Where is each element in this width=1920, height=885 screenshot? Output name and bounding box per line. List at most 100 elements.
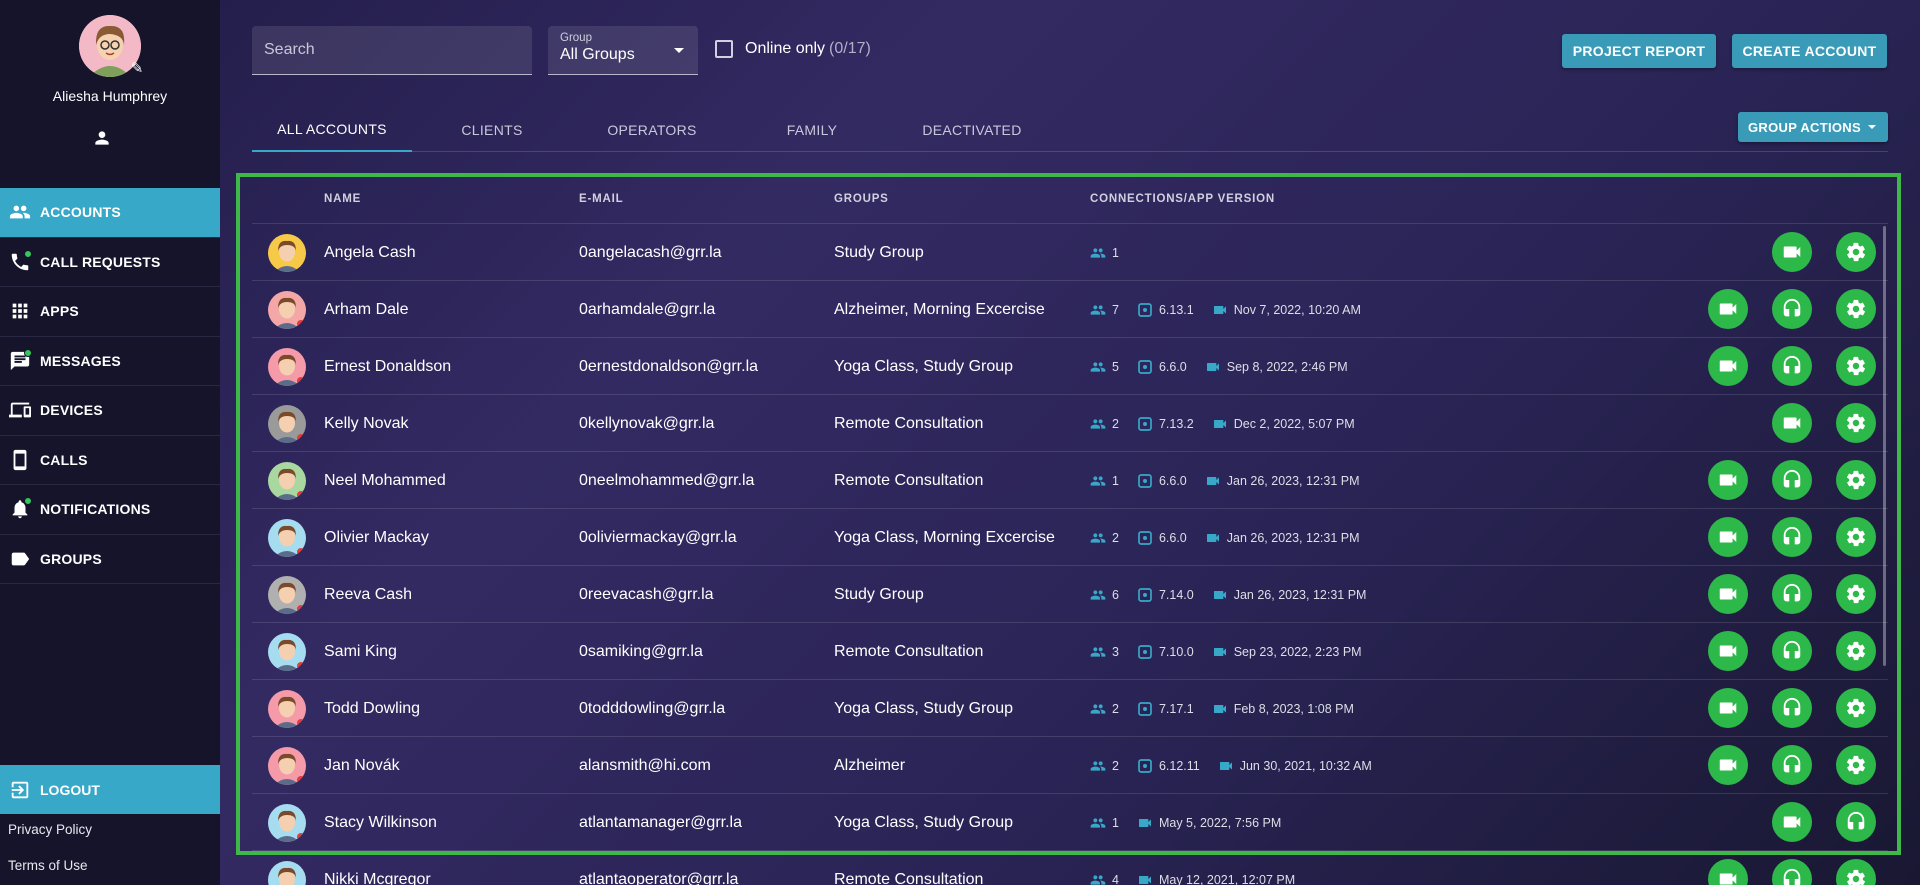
- settings-button[interactable]: [1836, 745, 1876, 785]
- tab-clients[interactable]: CLIENTS: [412, 108, 572, 152]
- sidebar-item-accounts[interactable]: ACCOUNTS: [0, 188, 220, 238]
- label-icon: [9, 548, 31, 570]
- settings-button[interactable]: [1836, 631, 1876, 671]
- account-groups: Alzheimer: [834, 757, 906, 774]
- sidebar-item-groups[interactable]: GROUPS: [0, 535, 220, 584]
- audio-call-button[interactable]: [1772, 688, 1812, 728]
- phone-icon: [9, 249, 32, 273]
- connections-count: 2: [1090, 416, 1119, 432]
- sidebar-item-messages[interactable]: MESSAGES: [0, 337, 220, 386]
- pencil-icon[interactable]: ✎: [127, 59, 147, 79]
- sidebar-item-label: ACCOUNTS: [40, 204, 121, 221]
- last-call: May 5, 2022, 7:56 PM: [1137, 815, 1281, 831]
- online-only-checkbox[interactable]: [715, 40, 733, 58]
- gear-icon: [1845, 469, 1867, 491]
- settings-button[interactable]: [1836, 517, 1876, 557]
- video-call-button[interactable]: [1772, 403, 1812, 443]
- table-row[interactable]: Neel Mohammed 0neelmohammed@grr.la Remote …: [252, 452, 1888, 509]
- audio-call-button[interactable]: [1772, 631, 1812, 671]
- audio-call-button[interactable]: [1772, 460, 1812, 500]
- project-report-button[interactable]: PROJECT REPORT: [1562, 34, 1716, 68]
- logout-button[interactable]: LOGOUT: [0, 765, 220, 814]
- profile-avatar[interactable]: ✎: [79, 15, 143, 77]
- account-name: Nikki Mcgregor: [324, 871, 431, 885]
- group-actions-button[interactable]: GROUP ACTIONS: [1738, 112, 1888, 142]
- video-camera-icon: [1212, 302, 1228, 318]
- audio-call-button[interactable]: [1772, 859, 1812, 885]
- sidebar-item-notifications[interactable]: NOTIFICATIONS: [0, 485, 220, 535]
- table-row[interactable]: Olivier Mackay 0oliviermackay@grr.la Yoga …: [252, 509, 1888, 566]
- account-name: Stacy Wilkinson: [324, 814, 437, 831]
- account-name: Angela Cash: [324, 244, 416, 261]
- video-call-button[interactable]: [1708, 346, 1748, 386]
- group-select[interactable]: Group All Groups: [548, 26, 698, 75]
- video-call-button[interactable]: [1708, 574, 1748, 614]
- video-call-button[interactable]: [1772, 802, 1812, 842]
- table-row[interactable]: Kelly Novak 0kellynovak@grr.la Remote Cons…: [252, 395, 1888, 452]
- audio-call-button[interactable]: [1772, 517, 1812, 557]
- video-camera-icon: [1717, 754, 1739, 776]
- sidebar-item-devices[interactable]: DEVICES: [0, 386, 220, 436]
- settings-button[interactable]: [1836, 688, 1876, 728]
- search-field[interactable]: [252, 26, 532, 75]
- account-name: Kelly Novak: [324, 415, 409, 432]
- terms-of-use-link[interactable]: Terms of Use: [8, 858, 88, 873]
- audio-call-button[interactable]: [1772, 574, 1812, 614]
- avatar: [268, 234, 306, 272]
- video-call-button[interactable]: [1708, 859, 1748, 885]
- table-row[interactable]: Todd Dowling 0todddowling@grr.la Yoga Clas…: [252, 680, 1888, 737]
- headset-icon: [1845, 811, 1867, 833]
- connections-count: 3: [1090, 644, 1119, 660]
- settings-button[interactable]: [1836, 859, 1876, 885]
- settings-button[interactable]: [1836, 460, 1876, 500]
- settings-button[interactable]: [1836, 574, 1876, 614]
- search-input[interactable]: [252, 26, 532, 74]
- settings-button[interactable]: [1836, 346, 1876, 386]
- video-call-button[interactable]: [1708, 631, 1748, 671]
- notification-dot: [24, 249, 32, 258]
- settings-button[interactable]: [1836, 289, 1876, 329]
- tab-operators[interactable]: OPERATORS: [572, 108, 732, 152]
- table-scrollbar[interactable]: [1883, 226, 1886, 666]
- video-call-button[interactable]: [1708, 289, 1748, 329]
- tab-family[interactable]: FAMILY: [732, 108, 892, 152]
- video-call-button[interactable]: [1772, 232, 1812, 272]
- privacy-policy-link[interactable]: Privacy Policy: [8, 822, 92, 837]
- table-row[interactable]: Jan Novák alansmith@hi.com Alzheimer 2 6.12.…: [252, 737, 1888, 794]
- online-count: (0/17): [829, 40, 871, 57]
- last-call: Sep 23, 2022, 2:23 PM: [1212, 644, 1362, 660]
- person-icon[interactable]: [92, 128, 112, 148]
- audio-call-button[interactable]: [1836, 802, 1876, 842]
- video-call-button[interactable]: [1708, 688, 1748, 728]
- sidebar-item-calls[interactable]: CALLS: [0, 436, 220, 485]
- create-account-button[interactable]: CREATE ACCOUNT: [1732, 34, 1887, 68]
- table-row[interactable]: Sami King 0samiking@grr.la Remote Consulta…: [252, 623, 1888, 680]
- table-row[interactable]: Angela Cash 0angelacash@grr.la Study Group…: [252, 224, 1888, 281]
- connections-count: 5: [1090, 359, 1119, 375]
- column-groups-header[interactable]: GROUPS: [834, 186, 889, 224]
- sidebar-item-call-requests[interactable]: CALL REQUESTS: [0, 238, 220, 287]
- tab-all-accounts[interactable]: ALL ACCOUNTS: [252, 108, 412, 152]
- sidebar: ✎ Aliesha Humphrey ACCOUNTS CALL REQUEST…: [0, 0, 220, 885]
- settings-button[interactable]: [1836, 403, 1876, 443]
- sidebar-item-apps[interactable]: APPS: [0, 287, 220, 337]
- column-name-header[interactable]: NAME: [324, 186, 361, 224]
- column-email-header[interactable]: E-MAIL: [579, 186, 623, 224]
- audio-call-button[interactable]: [1772, 346, 1812, 386]
- app-version: 6.12.11: [1137, 758, 1200, 774]
- connections-count: 1: [1090, 473, 1119, 489]
- video-call-button[interactable]: [1708, 745, 1748, 785]
- audio-call-button[interactable]: [1772, 745, 1812, 785]
- settings-button[interactable]: [1836, 232, 1876, 272]
- video-call-button[interactable]: [1708, 460, 1748, 500]
- table-row[interactable]: Stacy Wilkinson atlantamanager@grr.la Yoga…: [252, 794, 1888, 851]
- tab-deactivated[interactable]: DEACTIVATED: [892, 108, 1052, 152]
- video-camera-icon: [1717, 640, 1739, 662]
- table-row[interactable]: Arham Dale 0arhamdale@grr.la Alzheimer, Mo…: [252, 281, 1888, 338]
- video-call-button[interactable]: [1708, 517, 1748, 557]
- video-camera-icon: [1717, 469, 1739, 491]
- table-row[interactable]: Nikki Mcgregor atlantaoperator@grr.la Remo…: [252, 851, 1888, 885]
- audio-call-button[interactable]: [1772, 289, 1812, 329]
- table-row[interactable]: Ernest Donaldson 0ernestdonaldson@grr.la Y…: [252, 338, 1888, 395]
- table-row[interactable]: Reeva Cash 0reevacash@grr.la Study Group 6 7…: [252, 566, 1888, 623]
